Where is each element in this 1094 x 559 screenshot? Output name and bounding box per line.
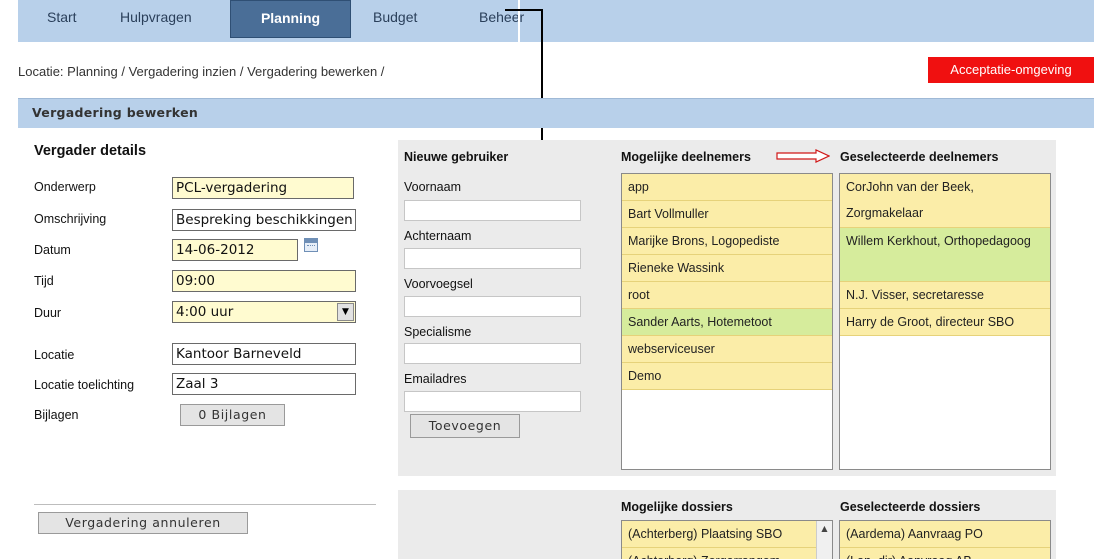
bijlagen-button[interactable]: 0 Bijlagen — [180, 404, 285, 426]
list-item[interactable]: Willem Kerkhout, Orthopedagoog — [840, 228, 1050, 282]
list-item[interactable]: (Aardema) Aanvraag PO — [840, 521, 1050, 548]
selected-dossiers-title: Geselecteerde dossiers — [840, 500, 981, 514]
duur-select[interactable]: 4:00 uur ▼ — [172, 301, 356, 323]
selected-dossiers-list[interactable]: (Aardema) Aanvraag PO (Lan..dir) Aanvraa… — [839, 520, 1051, 559]
add-user-button[interactable]: Toevoegen — [410, 414, 520, 438]
locatie-toelichting-label: Locatie toelichting — [34, 378, 135, 392]
list-item[interactable]: Marijke Brons, Logopediste — [622, 228, 832, 255]
list-item[interactable]: webserviceuser — [622, 336, 832, 363]
voornaam-label: Voornaam — [404, 180, 461, 194]
locatie-field[interactable]: Kantoor Barneveld — [172, 343, 356, 365]
omschrijving-field[interactable]: Bespreking beschikkingen — [172, 209, 356, 231]
nav-tab-planning[interactable]: Planning — [230, 0, 351, 38]
voorvoegsel-label: Voorvoegsel — [404, 277, 473, 291]
scrollbar-up-icon[interactable]: ▲ — [816, 521, 832, 559]
chevron-down-icon[interactable]: ▼ — [337, 303, 354, 321]
datum-field[interactable]: 14-06-2012 — [172, 239, 298, 261]
annotation-arrow-vertical — [518, 0, 520, 50]
specialisme-input[interactable] — [404, 343, 581, 364]
new-user-title: Nieuwe gebruiker — [404, 150, 509, 164]
bijlagen-label: Bijlagen — [34, 408, 79, 422]
selected-participants-list[interactable]: CorJohn van der Beek, Zorgmakelaar Wille… — [839, 173, 1051, 470]
annotation-arrow-drop — [541, 9, 543, 159]
annotation-arrow-top — [505, 9, 543, 11]
locatie-label: Locatie — [34, 348, 75, 362]
voornaam-input[interactable] — [404, 200, 581, 221]
tijd-label: Tijd — [34, 274, 54, 288]
breadcrumb: Locatie: Planning / Vergadering inzien /… — [18, 64, 385, 79]
nav-tab-start[interactable]: Start — [37, 0, 87, 38]
list-item[interactable]: (Achterberg) Plaatsing SBO — [622, 521, 816, 548]
list-item[interactable]: N.J. Visser, secretaresse — [840, 282, 1050, 309]
list-item[interactable]: root — [622, 282, 832, 309]
list-item[interactable]: Demo — [622, 363, 832, 390]
list-item[interactable]: Rieneke Wassink — [622, 255, 832, 282]
list-item[interactable]: Sander Aarts, Hotemetoot — [622, 309, 832, 336]
duur-value: 4:00 uur — [176, 304, 234, 320]
main-nav: Start Hulpvragen Planning Budget Beheer — [18, 0, 1094, 42]
achternaam-input[interactable] — [404, 248, 581, 269]
environment-badge: Acceptatie-omgeving — [928, 57, 1094, 83]
locatie-toelichting-field[interactable]: Zaal 3 — [172, 373, 356, 395]
possible-participants-title: Mogelijke deelnemers — [621, 150, 751, 164]
list-item[interactable]: CorJohn van der Beek, Zorgmakelaar — [840, 174, 1050, 228]
details-title: Vergader details — [34, 143, 147, 159]
section-header: Vergadering bewerken — [18, 98, 1094, 128]
transfer-arrow-icon — [776, 149, 830, 163]
specialisme-label: Specialisme — [404, 325, 472, 339]
emailadres-input[interactable] — [404, 391, 581, 412]
section-title: Vergadering bewerken — [32, 105, 199, 120]
possible-dossiers-title: Mogelijke dossiers — [621, 500, 733, 514]
possible-participants-list[interactable]: app Bart Vollmuller Marijke Brons, Logop… — [621, 173, 833, 470]
datum-label: Datum — [34, 243, 71, 257]
voorvoegsel-input[interactable] — [404, 296, 581, 317]
list-item[interactable]: Bart Vollmuller — [622, 201, 832, 228]
onderwerp-label: Onderwerp — [34, 180, 96, 194]
list-item[interactable]: app — [622, 174, 832, 201]
nav-tab-beheer[interactable]: Beheer — [469, 0, 534, 38]
list-item[interactable]: (Lan..dir) Aanvraag AB... — [840, 548, 1050, 559]
nav-tab-hulpvragen[interactable]: Hulpvragen — [110, 0, 202, 38]
omschrijving-label: Omschrijving — [34, 212, 107, 226]
achternaam-label: Achternaam — [404, 229, 472, 243]
list-item[interactable]: (Achterberg) Zorgarrangem — [622, 548, 816, 559]
list-item[interactable]: Harry de Groot, directeur SBO — [840, 309, 1050, 336]
cancel-meeting-button[interactable]: Vergadering annuleren — [38, 512, 248, 534]
emailadres-label: Emailadres — [404, 372, 467, 386]
nav-tab-budget[interactable]: Budget — [363, 0, 427, 38]
divider — [34, 504, 376, 505]
calendar-icon[interactable] — [304, 238, 318, 252]
possible-dossiers-list[interactable]: (Achterberg) Plaatsing SBO (Achterberg) … — [621, 520, 833, 559]
tijd-field[interactable]: 09:00 — [172, 270, 356, 292]
selected-participants-title: Geselecteerde deelnemers — [840, 150, 999, 164]
duur-label: Duur — [34, 306, 62, 320]
onderwerp-field[interactable]: PCL-vergadering — [172, 177, 354, 199]
